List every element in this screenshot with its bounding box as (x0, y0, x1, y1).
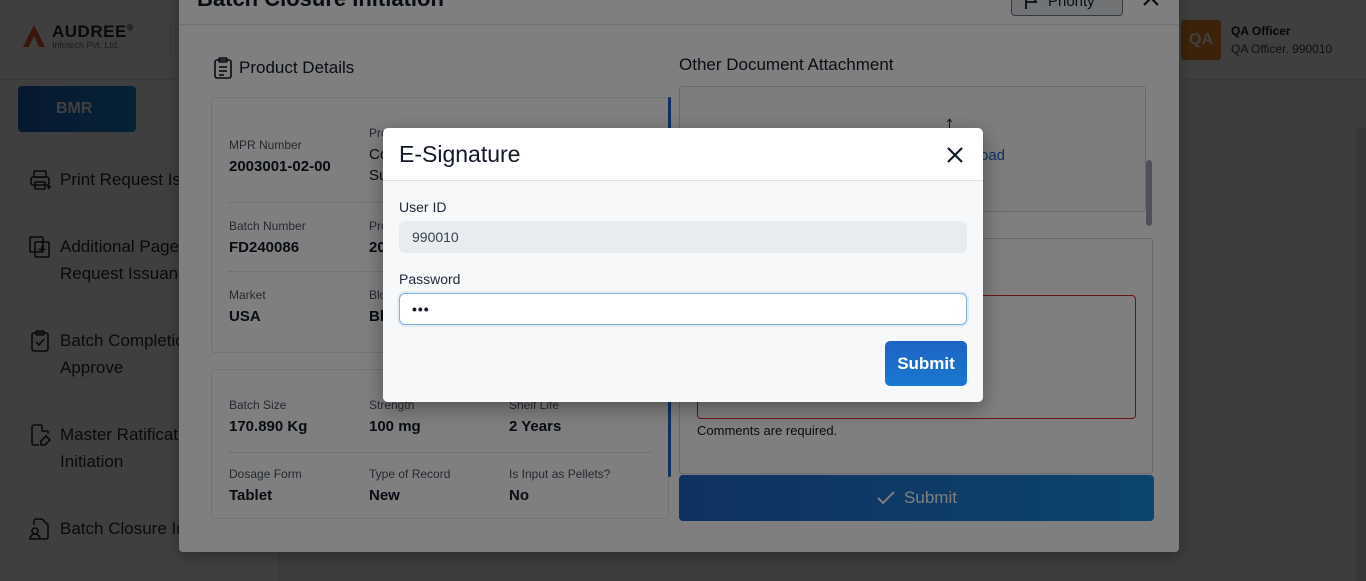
modal-header: E-Signature (383, 128, 983, 181)
e-signature-modal: E-Signature User ID 990010 Password ••• … (383, 128, 983, 402)
user-id-label: User ID (399, 199, 447, 215)
modal-body: User ID 990010 Password ••• Submit (383, 181, 983, 402)
close-icon[interactable] (945, 145, 965, 165)
modal-title: E-Signature (399, 141, 521, 167)
password-field[interactable]: ••• (399, 293, 967, 325)
submit-button[interactable]: Submit (885, 341, 967, 386)
password-label: Password (399, 271, 461, 287)
user-id-field[interactable]: 990010 (399, 221, 967, 253)
